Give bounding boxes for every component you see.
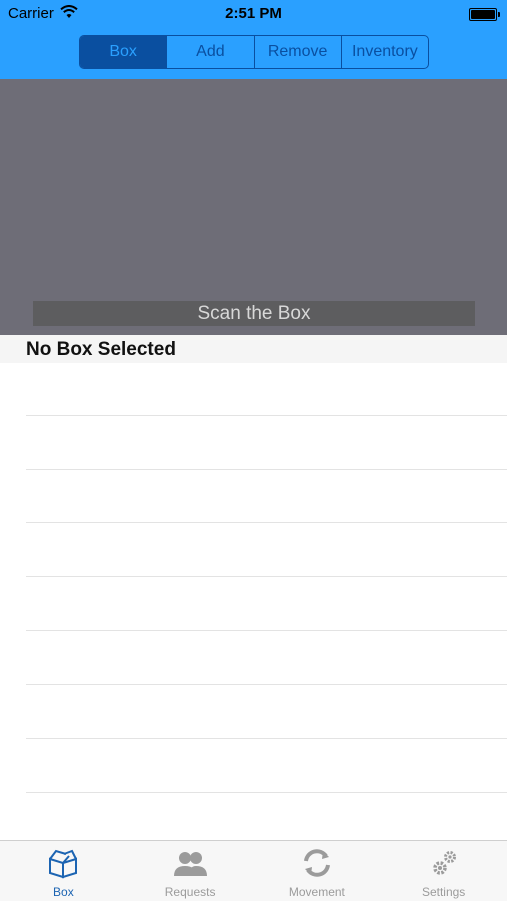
table-row-separator <box>26 576 507 577</box>
status-bar: Carrier 2:51 PM <box>0 0 507 28</box>
table-row-separator <box>26 684 507 685</box>
segment-inventory[interactable]: Inventory <box>342 36 428 68</box>
mode-segmented-control: Box Add Remove Inventory <box>79 35 429 69</box>
box-contents-table[interactable] <box>0 363 507 840</box>
tab-settings-label: Settings <box>421 885 466 899</box>
table-row-separator <box>26 792 507 793</box>
refresh-icon <box>303 849 330 877</box>
tab-bar: Box Requests Movement Settings <box>0 840 507 901</box>
box-icon <box>49 849 78 879</box>
battery-icon <box>469 8 500 21</box>
table-row-separator <box>26 738 507 739</box>
tab-movement-label: Movement <box>288 885 345 899</box>
segment-box[interactable]: Box <box>80 36 168 68</box>
segment-remove[interactable]: Remove <box>255 36 342 68</box>
segment-add[interactable]: Add <box>167 36 255 68</box>
tab-box-label: Box <box>53 885 74 899</box>
section-header: No Box Selected <box>0 335 507 363</box>
tab-requests[interactable]: Requests <box>127 841 254 901</box>
gears-icon <box>432 851 456 875</box>
scanner-view[interactable]: Scan the Box <box>0 79 507 335</box>
clock: 2:51 PM <box>225 5 282 22</box>
table-row-separator <box>26 630 507 631</box>
navigation-bar: Carrier 2:51 PM Box Add Remove Inventory <box>0 0 507 79</box>
tab-settings[interactable]: Settings <box>380 841 507 901</box>
scan-prompt: Scan the Box <box>33 301 475 326</box>
box-status-title: No Box Selected <box>26 339 176 360</box>
tab-requests-label: Requests <box>164 885 216 899</box>
people-icon <box>174 852 208 876</box>
table-row-separator <box>26 415 507 416</box>
table-row-separator <box>26 522 507 523</box>
tab-movement[interactable]: Movement <box>254 841 381 901</box>
table-row-separator <box>26 469 507 470</box>
tab-box[interactable]: Box <box>0 841 127 901</box>
